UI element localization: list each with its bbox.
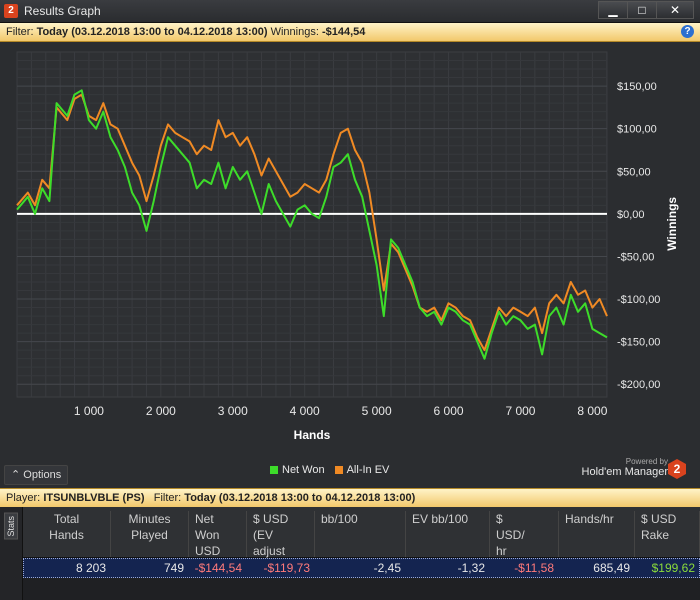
winnings-label: Winnings: [270, 26, 319, 38]
window-title: Results Graph [24, 4, 101, 18]
column-header[interactable]: Hands/hr [559, 511, 635, 557]
y-tick-label: -$50,00 [617, 251, 654, 263]
table-cell: 749 [163, 561, 184, 575]
player-bar[interactable]: Player: ITSUNBLVBLE (PS) Filter: Today (… [0, 488, 700, 507]
player-filter-value: Today (03.12.2018 13:00 to 04.12.2018 13… [184, 492, 416, 504]
x-tick-label: 7 000 [505, 404, 535, 418]
filter-value: Today (03.12.2018 13:00 to 04.12.2018 13… [36, 26, 268, 38]
column-header[interactable]: EV bb/100 [406, 511, 490, 557]
y-tick-label: $100,00 [617, 124, 657, 136]
y-tick-label: -$100,00 [617, 294, 660, 306]
column-header[interactable]: Net Won USD [189, 511, 247, 558]
x-tick-label: 8 000 [577, 404, 607, 418]
column-header[interactable]: $ USD Rake [635, 511, 700, 557]
y-axis-label: Winnings [665, 197, 679, 251]
stats-side-tab[interactable]: Stats [0, 507, 23, 600]
x-tick-label: 4 000 [290, 404, 320, 418]
table-cell: -$144,54 [194, 561, 242, 575]
legend-net-won: Net Won [270, 464, 325, 476]
x-tick-label: 5 000 [362, 404, 392, 418]
column-header[interactable]: $ USD (EV adjust [247, 511, 315, 558]
stats-table: Total Hands Minutes Played Net Won USD $ USD (EV… [23, 507, 700, 600]
close-button[interactable]: ✕ [656, 1, 694, 19]
table-cell: -1,32 [457, 561, 485, 575]
table-cell: -2,45 [373, 561, 401, 575]
options-button[interactable]: ⌃ Options [4, 465, 69, 485]
column-header[interactable]: Total Hands [23, 511, 111, 557]
table-cell: 685,49 [593, 561, 630, 575]
legend-allin-ev: All-In EV [334, 464, 389, 476]
table-header: Total Hands Minutes Played Net Won USD $ USD (EV… [23, 507, 700, 558]
plot-area [16, 51, 608, 398]
filter-label: Filter: [6, 26, 34, 38]
table-cell: 8 203 [75, 561, 106, 575]
table-cell: $199,62 [651, 561, 695, 575]
x-tick-label: 1 000 [74, 404, 104, 418]
window-controls: ▁ □ ✕ [598, 1, 694, 19]
winnings-value: -$144,54 [321, 26, 366, 38]
x-axis-label: Hands [294, 428, 331, 442]
maximize-button[interactable]: □ [627, 1, 657, 19]
table-row[interactable]: 8 203 749 -$144,54 -$119,73 -2,45 -1,32 -$11,5… [23, 558, 700, 578]
stats-tab-label: Stats [4, 513, 18, 540]
filter-bar[interactable]: Filter: Today (03.12.2018 13:00 to 04.12… [0, 23, 700, 42]
options-label: Options [23, 469, 62, 481]
chevron-up-icon: ⌃ [11, 469, 21, 481]
app-logo-icon: 2 [4, 4, 18, 18]
results-graph-panel: 1 000 2 000 3 000 4 000 5 000 6 000 7 000 8 000… [0, 42, 700, 484]
column-header[interactable]: $ USD/hr [490, 511, 559, 558]
y-tick-label: -$150,00 [617, 337, 660, 349]
powered-by-label: Powered by [625, 457, 668, 466]
x-tick-label: 6 000 [434, 404, 464, 418]
powered-by: Powered by Hold'em Manager [582, 457, 668, 478]
x-tick-label: 3 000 [218, 404, 248, 418]
y-tick-label: $150,00 [617, 81, 657, 93]
table-cell: -$119,73 [263, 561, 310, 575]
y-tick-label: $0,00 [617, 209, 645, 221]
brand-name: Hold'em Manager [581, 466, 668, 478]
chart-legend: Net Won All-In EV [270, 464, 389, 476]
table-cell: -$11,58 [514, 561, 554, 575]
y-tick-label: -$200,00 [617, 379, 660, 391]
minimize-button[interactable]: ▁ [598, 1, 628, 19]
y-tick-label: $50,00 [617, 166, 651, 178]
player-value: ITSUNBLVBLE (PS) [43, 492, 145, 504]
x-tick-label: 2 000 [146, 404, 176, 418]
title-bar: 2 Results Graph ▁ □ ✕ [0, 0, 700, 23]
help-icon[interactable]: ? [681, 25, 694, 38]
column-header[interactable]: bb/100 [315, 511, 406, 557]
column-header[interactable]: Minutes Played [111, 511, 189, 557]
player-filter-label: Filter: [153, 492, 182, 504]
player-label: Player: [6, 492, 41, 504]
results-chart: 1 000 2 000 3 000 4 000 5 000 6 000 7 000 8 000… [16, 51, 679, 442]
